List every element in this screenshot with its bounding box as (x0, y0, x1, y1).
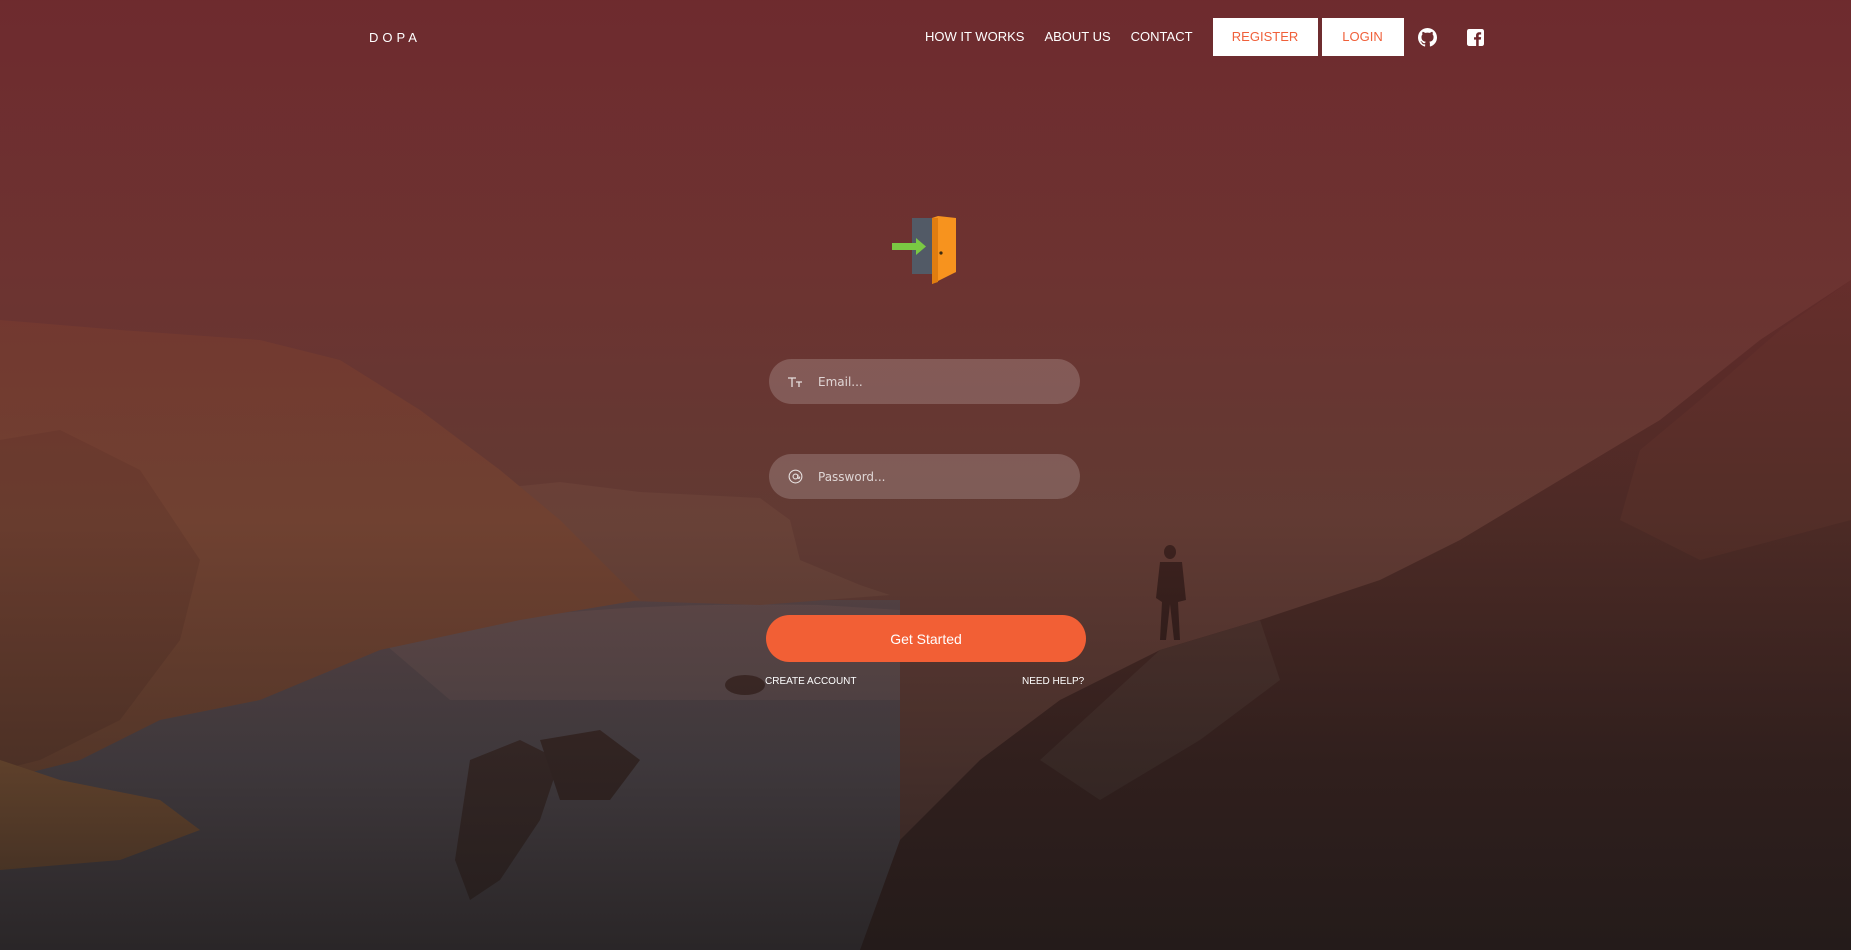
at-sign-icon (785, 467, 805, 487)
create-account-link[interactable]: CREATE ACCOUNT (765, 676, 857, 687)
email-input[interactable] (818, 361, 1058, 402)
github-icon[interactable] (1416, 25, 1440, 49)
password-input[interactable] (818, 456, 1058, 497)
brand-logo[interactable]: DOPA (369, 30, 421, 45)
get-started-button[interactable]: Get Started (766, 615, 1086, 662)
email-field[interactable] (769, 359, 1080, 404)
nav-contact[interactable]: CONTACT (1131, 18, 1193, 56)
login-button[interactable]: LOGIN (1321, 18, 1404, 56)
nav-about-us[interactable]: ABOUT US (1044, 18, 1110, 56)
password-field[interactable] (769, 454, 1080, 499)
top-nav: HOW IT WORKS ABOUT US CONTACT REGISTER L… (925, 18, 1488, 56)
facebook-icon[interactable] (1464, 25, 1488, 49)
door-entry-icon (892, 216, 956, 284)
register-button[interactable]: REGISTER (1212, 18, 1318, 56)
need-help-link[interactable]: NEED HELP? (1022, 676, 1084, 687)
nav-how-it-works[interactable]: HOW IT WORKS (925, 18, 1024, 56)
text-icon (785, 372, 805, 392)
